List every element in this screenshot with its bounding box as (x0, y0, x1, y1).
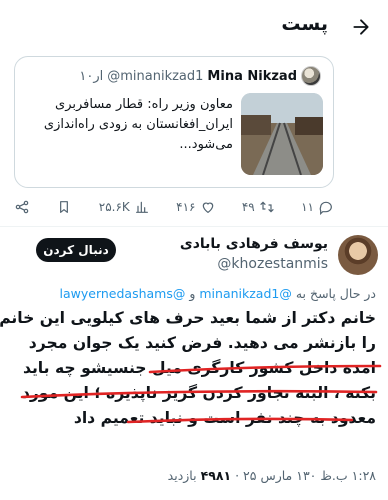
follow-button[interactable]: دنبال کردن (36, 238, 116, 262)
replying-to-prefix: در حال پاسخ به (295, 286, 376, 301)
post-views-label: بازدید (167, 468, 197, 483)
share-icon (15, 200, 29, 214)
like-action[interactable]: ۴۱۶ (176, 199, 215, 215)
post-body-line: بکنه ، البته تجاوز کردن گریز ناپذیره ؛ ا… (21, 384, 376, 402)
author-name[interactable]: یوسف فرهادی بابادی (180, 236, 328, 252)
quoted-post-handle: @minanikzad1 (107, 68, 204, 84)
like-count: ۴۱۶ (176, 200, 196, 214)
section-divider (0, 226, 388, 227)
views-action[interactable]: ۲۵.۶K (99, 199, 150, 215)
retweet-count: ۴۹ (241, 200, 255, 214)
quoted-post-name: Mina Nikzad (207, 68, 297, 84)
mention-link-1[interactable]: @minanikzad1 (199, 286, 291, 301)
reply-count: ۱۱ (301, 200, 314, 214)
post-body-line: معدود به چند نفر است و نباید تعمیم داد (73, 409, 376, 427)
arrow-right-icon (353, 19, 369, 35)
quoted-post-text: معاون وزیر راه: قطار مسافربری ایران_افغا… (43, 97, 233, 152)
reply-icon (319, 201, 332, 215)
views-count: ۲۵.۶K (98, 200, 130, 214)
back-button[interactable] (348, 14, 374, 40)
avatar[interactable] (338, 235, 378, 275)
post-body-line: را بازنشر می دهید. فرض کنید یک جوان مجرد (28, 334, 376, 352)
quoted-post-card[interactable]: ۱۰ار @minanikzad1 Mina Nikzad معاون وزیر… (14, 56, 334, 188)
post-body-line: امده داخل کشور کارگری میل جنسیشو چه باید (22, 359, 376, 377)
post-timestamp[interactable]: ۱:۲۸ ب.ظ ۱۳۰ مارس ۲۵ (243, 468, 376, 483)
post-views-count: ۴۹۸۱ (200, 468, 232, 483)
quoted-avatar (301, 66, 321, 86)
bookmark-icon (60, 201, 69, 213)
quoted-post-header: ۱۰ار @minanikzad1 Mina Nikzad (79, 66, 321, 86)
post-body-line: خانم دکتر از شما بعید حرف های کیلویی این… (0, 309, 376, 327)
retweet-icon (260, 201, 274, 213)
top-bar: پست (0, 0, 388, 56)
post-meta: ۱:۲۸ ب.ظ ۱۳۰ مارس ۲۵ · ۴۹۸۱ بازدید (168, 468, 376, 483)
bookmark-action[interactable] (56, 199, 72, 215)
reply-author: یوسف فرهادی بابادی @khozestanmis دنبال ک… (0, 232, 388, 284)
retweet-action[interactable]: ۴۹ (242, 199, 275, 215)
meta-separator: · (231, 468, 240, 483)
replying-to-conj: و (189, 286, 196, 301)
quoted-post-time: ۱۰ار (79, 68, 104, 84)
mention-link-2[interactable]: @lawyernedashams (60, 286, 186, 301)
quoted-post-image[interactable] (241, 93, 323, 175)
share-action[interactable] (14, 199, 30, 215)
reply-action[interactable]: ۱۱ (301, 199, 334, 215)
post-actions: ۱۱ ۴۹ ۴۱۶ ۲۵.۶K (14, 196, 334, 218)
replying-to: در حال پاسخ به @minanikzad1 و @lawyerned… (8, 286, 377, 301)
heart-icon (202, 202, 213, 214)
post-body: خانم دکتر از شما بعید حرف های کیلویی این… (0, 306, 376, 431)
page-title: پست (281, 13, 328, 35)
bar-chart-icon (135, 201, 148, 213)
railway-photo (241, 93, 323, 175)
author-handle[interactable]: @khozestanmis (217, 256, 328, 272)
